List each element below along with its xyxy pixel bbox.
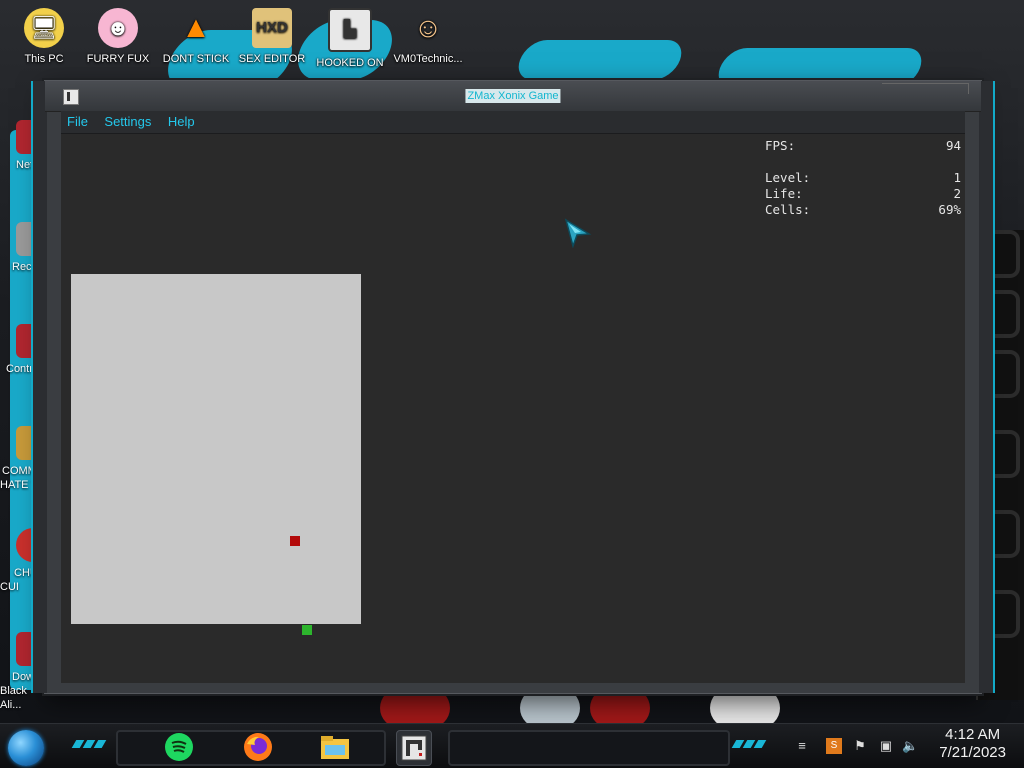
game-area[interactable]: FPS: 94 Level: 1 Life: 2 Cells: 69% bbox=[61, 134, 965, 683]
taskbar-firefox[interactable] bbox=[241, 730, 275, 764]
game-board[interactable] bbox=[71, 274, 361, 624]
taskbar-decoration bbox=[71, 740, 107, 748]
desktop-icon-label: DONT STICK bbox=[162, 53, 230, 65]
hxd-editor-icon: HXD bbox=[252, 8, 292, 48]
desktop-icon-label: HOOKED ON bbox=[316, 57, 384, 69]
desktop-icon-label: FURRY FUX bbox=[86, 53, 150, 65]
fps-label: FPS: bbox=[765, 138, 796, 153]
sublime-icon[interactable]: S bbox=[826, 738, 842, 754]
start-orb-icon[interactable] bbox=[8, 730, 44, 766]
firefox-icon bbox=[244, 733, 272, 761]
life-value: 2 bbox=[953, 186, 961, 201]
window-frame-left bbox=[31, 81, 47, 693]
desktop-icon-label: VM0Technic... bbox=[393, 53, 463, 65]
desktop-icon-label: This PC bbox=[24, 53, 64, 65]
mouse-cursor-icon bbox=[564, 218, 592, 248]
taskbar-spotify[interactable] bbox=[162, 730, 196, 764]
menu-settings[interactable]: Settings bbox=[98, 111, 157, 133]
wallpaper-graffiti bbox=[512, 40, 688, 80]
xonix-game-icon: ▙ bbox=[328, 8, 372, 52]
speaker-icon[interactable]: 🔈 bbox=[902, 738, 918, 754]
cells-value: 69% bbox=[938, 202, 961, 217]
player-marker bbox=[302, 625, 312, 635]
doctor-icon: ☺ bbox=[413, 12, 443, 43]
desktop-icon-dont-stick[interactable]: ▲ DONT STICK bbox=[158, 8, 234, 66]
desktop-icon-furry-fux[interactable]: ☻ FURRY FUX bbox=[80, 8, 156, 66]
clock-time: 4:12 AM bbox=[945, 726, 1001, 743]
app-icon[interactable] bbox=[63, 89, 79, 105]
level-label: Level: bbox=[765, 170, 811, 185]
clock-date: 7/21/2023 bbox=[939, 744, 1006, 761]
life-label: Life: bbox=[765, 186, 803, 201]
menu-bar: File Settings Help bbox=[61, 111, 965, 134]
taskbar-file-explorer[interactable] bbox=[318, 730, 352, 764]
clock[interactable]: 4:12 AM 7/21/2023 bbox=[939, 726, 1006, 762]
enemy-ball bbox=[290, 536, 300, 546]
file-explorer-icon bbox=[321, 736, 349, 759]
cells-label: Cells: bbox=[765, 202, 811, 217]
desktop-icon-label: SEX EDITOR bbox=[238, 53, 306, 65]
cartoon-icon: ☻ bbox=[98, 8, 138, 48]
taskbar: ≡ S ⚑ ▣ 🔈 4:12 AM 7/21/2023 bbox=[0, 723, 1024, 768]
wallpaper-sneaker bbox=[710, 688, 780, 728]
stat-life: Life: 2 bbox=[765, 186, 961, 202]
wallpaper-sneaker bbox=[380, 688, 450, 728]
stat-cells: Cells: 69% bbox=[765, 202, 961, 218]
desktop-icon-hooked-on[interactable]: ▙ HOOKED ON bbox=[312, 8, 388, 70]
xonix-app-icon bbox=[401, 735, 427, 761]
menu-help[interactable]: Help bbox=[162, 111, 201, 133]
desktop-icon-vm0technic[interactable]: ☺ VM0Technic... bbox=[390, 8, 466, 66]
window-titlebar[interactable]: ZMax Xonix Game bbox=[45, 81, 981, 112]
spotify-icon bbox=[165, 733, 193, 761]
desktop-icon-sex-editor[interactable]: HXD SEX EDITOR bbox=[234, 8, 310, 66]
window-frame-right bbox=[979, 81, 995, 693]
taskbar-decoration bbox=[731, 740, 767, 748]
network-icon[interactable]: ▣ bbox=[878, 738, 894, 754]
menu-file[interactable]: File bbox=[61, 111, 94, 133]
level-value: 1 bbox=[953, 170, 961, 185]
show-hidden-icons-icon[interactable]: ≡ bbox=[794, 738, 810, 754]
taskbar-apps-frame bbox=[448, 730, 730, 766]
wallpaper-sneaker bbox=[590, 688, 650, 728]
xonix-game-window: ZMax Xonix Game File Settings Help FPS: … bbox=[31, 80, 995, 694]
system-tray: ≡ S ⚑ ▣ 🔈 4:12 AM 7/21/2023 bbox=[784, 724, 1024, 768]
fps-value: 94 bbox=[945, 138, 961, 153]
taskbar-xonix-game[interactable] bbox=[396, 730, 432, 766]
titlebar-decoration bbox=[882, 83, 969, 94]
window-title: ZMax Xonix Game bbox=[465, 89, 561, 103]
stats-panel: FPS: 94 Level: 1 Life: 2 Cells: 69% bbox=[765, 138, 961, 218]
wallpaper-sneaker bbox=[520, 688, 580, 728]
stat-fps: FPS: 94 bbox=[765, 138, 961, 154]
this-pc-icon: 🖥 bbox=[24, 8, 64, 48]
flag-icon[interactable]: ⚑ bbox=[852, 738, 868, 754]
stat-level: Level: 1 bbox=[765, 170, 961, 186]
vlc-cone-icon: ▲ bbox=[181, 11, 211, 44]
desktop-icon-this-pc[interactable]: 🖥 This PC bbox=[6, 8, 82, 66]
